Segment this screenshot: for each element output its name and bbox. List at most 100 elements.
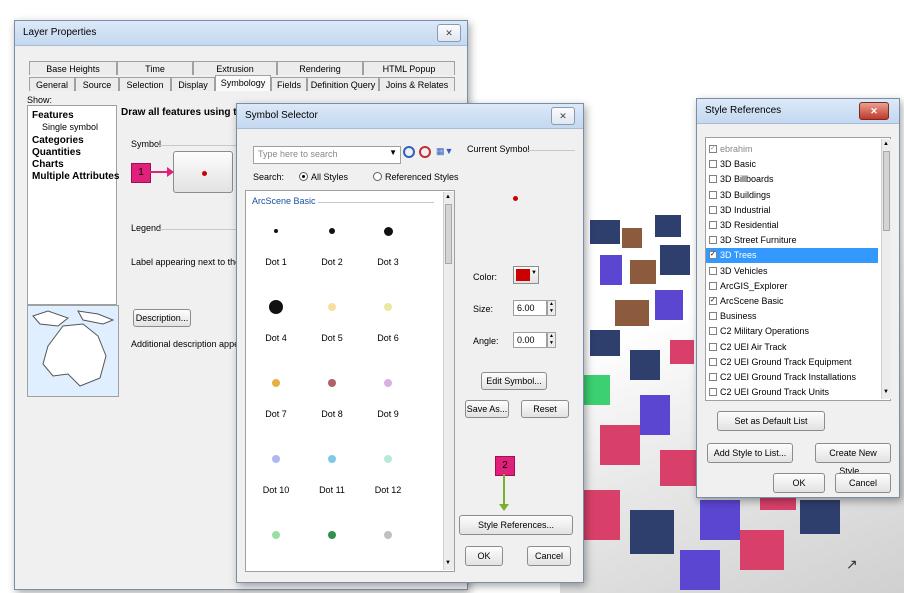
description-button[interactable]: Description... (133, 309, 191, 327)
style-checkbox[interactable] (709, 205, 717, 214)
referenced-search-icon[interactable] (419, 146, 431, 158)
layer-properties-close-button[interactable]: ✕ (437, 24, 461, 42)
tab-display[interactable]: Display (171, 77, 215, 91)
style-checkbox[interactable] (709, 342, 717, 351)
radio-referenced-styles[interactable] (373, 172, 382, 181)
symbol-cell[interactable]: Dot 9 (362, 369, 414, 439)
symbol-cell[interactable] (250, 521, 302, 591)
style-references-ok-button[interactable]: OK (773, 473, 825, 493)
size-spinner[interactable]: ▲ ▼ (547, 300, 556, 316)
search-input[interactable]: Type here to search (258, 149, 338, 159)
symbol-preview-button[interactable] (173, 151, 233, 193)
tab-extrusion[interactable]: Extrusion (193, 61, 277, 75)
style-checkbox[interactable] (709, 373, 717, 381)
search-box[interactable]: Type here to search ▼ (253, 146, 401, 164)
symbol-cell[interactable]: Dot 8 (306, 369, 358, 439)
symbol-cell[interactable]: Dot 1 (250, 217, 302, 287)
tab-rendering[interactable]: Rendering (277, 61, 363, 75)
symbol-selector-titlebar[interactable]: Symbol Selector ✕ (237, 104, 583, 129)
tab-definition-query[interactable]: Definition Query (307, 77, 379, 91)
style-checkbox[interactable]: ✓ (709, 251, 717, 260)
style-list-item[interactable]: Business (706, 309, 878, 324)
style-list-item[interactable]: C2 UEI Ground Track Equipment (706, 355, 878, 370)
tab-symbology[interactable]: Symbology (215, 75, 271, 91)
show-item-charts[interactable]: Charts (32, 159, 64, 170)
tab-fields[interactable]: Fields (271, 77, 307, 91)
tab-joins-relates[interactable]: Joins & Relates (379, 77, 455, 91)
style-list-item[interactable]: 3D Industrial (706, 203, 878, 218)
style-checkbox[interactable] (709, 281, 717, 290)
symbol-cell[interactable]: Dot 12 (362, 445, 414, 515)
style-list-item[interactable]: C2 UEI Ground Track Units (706, 385, 878, 400)
add-style-to-list-button[interactable]: Add Style to List... (707, 443, 793, 463)
style-checkbox[interactable] (709, 266, 717, 275)
style-checkbox[interactable] (709, 327, 717, 336)
style-checkbox[interactable] (709, 236, 717, 245)
style-list-item[interactable]: 3D Vehicles (706, 264, 878, 279)
style-list-item[interactable]: ✓ ebrahim (706, 142, 878, 157)
style-list-item[interactable]: 3D Buildings (706, 188, 878, 203)
symbol-cell[interactable]: Dot 3 (362, 217, 414, 287)
style-references-titlebar[interactable]: Style References ✕ (697, 99, 899, 124)
style-list-scrollbar[interactable]: ▲ ▼ (881, 139, 891, 399)
show-item-single-symbol[interactable]: Single symbol (42, 122, 98, 132)
style-checkbox[interactable] (709, 312, 717, 321)
color-picker[interactable]: ▼ (513, 266, 539, 284)
gallery-scroll-down-icon[interactable]: ▼ (445, 560, 451, 566)
style-checkbox[interactable] (709, 190, 717, 199)
symbol-selector-ok-button[interactable]: OK (465, 546, 503, 566)
style-references-cancel-button[interactable]: Cancel (835, 473, 891, 493)
symbol-cell[interactable]: Dot 11 (306, 445, 358, 515)
style-references-close-button[interactable]: ✕ (859, 102, 889, 120)
set-default-list-button[interactable]: Set as Default List (717, 411, 825, 431)
style-list-item[interactable]: 3D Street Furniture (706, 233, 878, 248)
style-list-item[interactable]: ✓ ArcScene Basic (706, 294, 878, 309)
style-list-item[interactable]: 3D Billboards (706, 172, 878, 187)
tab-selection[interactable]: Selection (119, 77, 171, 91)
style-checkbox[interactable]: ✓ (709, 297, 717, 305)
symbol-cell[interactable] (306, 521, 358, 591)
style-list-item[interactable]: C2 UEI Ground Track Installations (706, 370, 878, 385)
edit-symbol-button[interactable]: Edit Symbol... (481, 372, 547, 390)
style-list-scroll-thumb[interactable] (883, 151, 890, 231)
symbol-selector-close-button[interactable]: ✕ (551, 107, 575, 125)
style-checkbox[interactable]: ✓ (709, 145, 717, 153)
symbol-selector-cancel-button[interactable]: Cancel (527, 546, 571, 566)
show-item-quantities[interactable]: Quantities (32, 147, 81, 158)
symbol-cell[interactable]: Dot 4 (250, 293, 302, 363)
symbol-cell[interactable]: Dot 5 (306, 293, 358, 363)
style-checkbox[interactable] (709, 357, 717, 366)
style-checkbox[interactable] (709, 388, 717, 397)
style-list-item[interactable]: 3D Residential (706, 218, 878, 233)
gallery-scroll-thumb[interactable] (445, 204, 452, 264)
tab-time[interactable]: Time (117, 61, 193, 75)
tab-source[interactable]: Source (75, 77, 119, 91)
tab-html-popup[interactable]: HTML Popup (363, 61, 455, 75)
show-item-features[interactable]: Features (32, 110, 74, 121)
show-item-multiple-attributes[interactable]: Multiple Attributes (32, 171, 119, 182)
symbol-cell[interactable]: Dot 6 (362, 293, 414, 363)
layer-properties-titlebar[interactable]: Layer Properties ✕ (15, 21, 467, 46)
style-list-item[interactable]: C2 Military Operations (706, 324, 878, 339)
show-item-categories[interactable]: Categories (32, 135, 84, 146)
radio-all-styles[interactable] (299, 172, 308, 181)
style-checkbox[interactable] (709, 221, 717, 229)
style-list-item[interactable]: ArcGIS_Explorer (706, 279, 878, 294)
create-new-style-button[interactable]: Create New Style... (815, 443, 891, 476)
symbol-cell[interactable]: Dot 7 (250, 369, 302, 439)
angle-spinner[interactable]: ▲ ▼ (547, 332, 556, 348)
angle-field[interactable]: 0.00 (513, 332, 547, 348)
view-options-icon[interactable]: ▦▼ (436, 146, 453, 158)
style-checkbox[interactable] (709, 160, 717, 169)
save-as-button[interactable]: Save As... (465, 400, 509, 418)
gallery-scrollbar[interactable]: ▲ ▼ (443, 192, 454, 570)
style-references-button[interactable]: Style References... (459, 515, 573, 535)
search-dropdown-icon[interactable]: ▼ (389, 148, 397, 157)
symbol-cell[interactable] (362, 521, 414, 591)
reset-button[interactable]: Reset (521, 400, 569, 418)
tab-general[interactable]: General (29, 77, 75, 91)
symbol-cell[interactable]: Dot 10 (250, 445, 302, 515)
size-field[interactable]: 6.00 (513, 300, 547, 316)
style-list-scroll-down-icon[interactable]: ▼ (883, 389, 889, 395)
style-list-item[interactable]: 3D Basic (706, 157, 878, 172)
